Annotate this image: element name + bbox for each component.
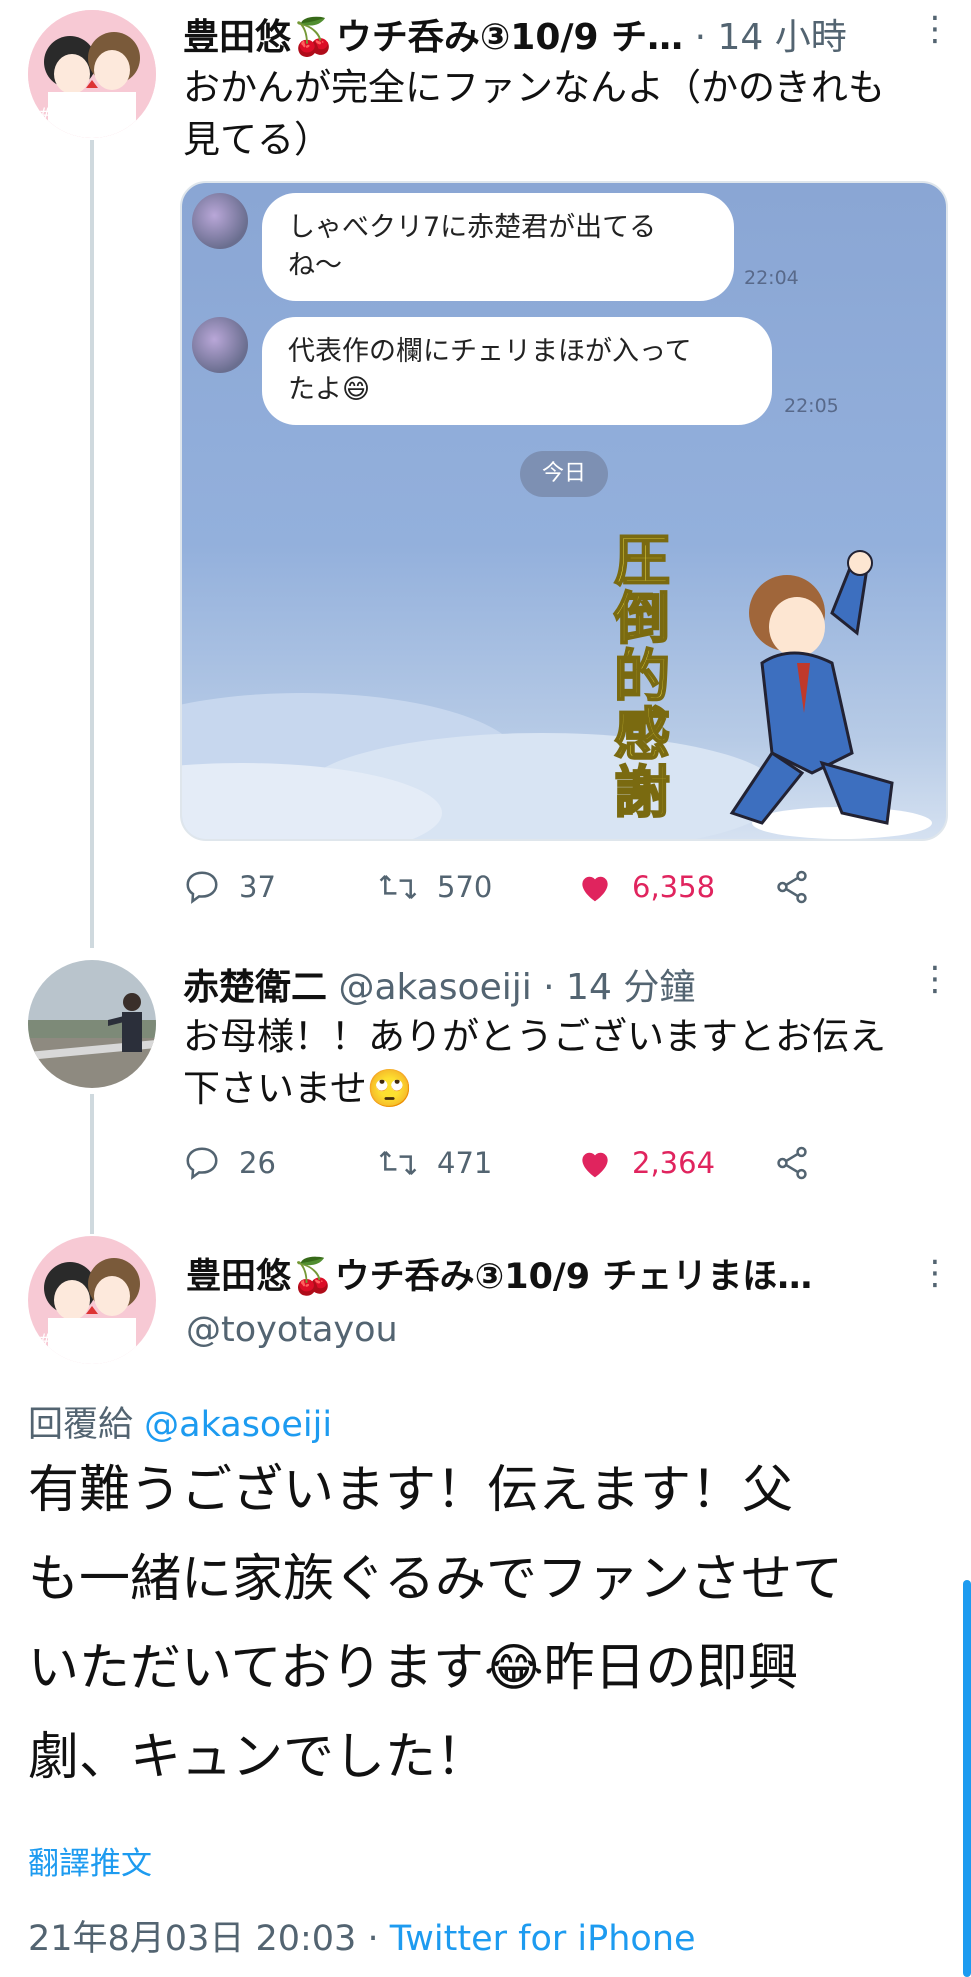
handle-and-timestamp[interactable]: @akasoeiji · 14 分鐘 (327, 967, 695, 1008)
thread-line (90, 1094, 94, 1234)
tweet-1-header: 豊田悠🍒ウチ呑み③10/9 チ… · 14 小時 (183, 8, 903, 60)
retweet-icon (379, 875, 417, 899)
retweet-button[interactable]: 471 (377, 1138, 492, 1188)
tweet-text: 有難うございます！伝えます！父 も一緒に家族ぐるみでファンさせて いただいており… (28, 1446, 943, 1802)
chat-message-line: たよ😄 (288, 374, 371, 405)
tweet-2-header: 赤楚衛二 @akasoeiji · 14 分鐘 (183, 958, 903, 1010)
chat-time: 22:05 (784, 395, 839, 417)
avatar[interactable]: #チェリまほ (28, 1236, 156, 1364)
reply-button[interactable]: 37 (183, 862, 276, 912)
like-button[interactable]: 6,358 (576, 862, 715, 912)
author-name[interactable]: 赤楚衛二 (183, 967, 327, 1008)
heart-icon (582, 1152, 608, 1178)
reply-button[interactable]: 26 (183, 1138, 276, 1188)
tweet-actions: 37 570 6,358 (183, 862, 883, 912)
chat-avatar (192, 317, 248, 373)
tweet-text-line: 劇、キュンでした！ (28, 1728, 488, 1787)
tweet-date[interactable]: 21年8月03日 20:03 · (28, 1919, 390, 1959)
tweet-text-line: 見てる） (183, 118, 331, 161)
chat-time: 22:04 (744, 267, 799, 289)
tweet-source-link[interactable]: Twitter for iPhone (390, 1919, 696, 1959)
tweet-text-line: いただいております😂昨日の即興 (28, 1639, 799, 1698)
chat-message-line: しゃべクリ7に赤楚君が出てる (288, 212, 657, 243)
author-name[interactable]: 豊田悠🍒ウチ呑み③10/9 チ… (183, 17, 683, 58)
tweet-text-line: 下さいませ🙄 (183, 1067, 413, 1110)
avatar-badge: #チェリまほ (38, 104, 132, 123)
chat-message-line: 代表作の欄にチェリまほが入って (288, 336, 692, 367)
more-options-icon[interactable]: ⋮ (918, 12, 952, 46)
tweet-text: おかんが完全にファンなんよ（かのきれも 見てる） (183, 62, 953, 166)
avatar-badge: #チェリまほ (38, 1330, 132, 1349)
share-icon (777, 1146, 807, 1180)
tweet-text: お母様！！ありがとうございますとお伝え 下さいませ🙄 (183, 1011, 953, 1115)
timestamp[interactable]: · 14 小時 (683, 17, 847, 58)
translate-tweet-link[interactable]: 翻譯推文 (28, 1838, 152, 1883)
tweet-media-image[interactable]: しゃべクリ7に赤楚君が出てる ね〜 22:04 代表作の欄にチェリまほが入って … (180, 181, 948, 841)
reply-count: 37 (239, 870, 276, 904)
chat-bubble: しゃべクリ7に赤楚君が出てる ね〜 (262, 193, 734, 301)
heart-icon (582, 876, 608, 902)
replying-to-label: 回覆給 (28, 1405, 145, 1445)
tweet-text-line: お母様！！ありがとうございますとお伝え (183, 1015, 886, 1058)
more-options-icon[interactable]: ⋮ (918, 962, 952, 996)
reply-icon (186, 871, 218, 904)
like-button[interactable]: 2,364 (576, 1138, 715, 1188)
tweet-text-line: 有難うございます！伝えます！父 (28, 1461, 794, 1520)
sticker-character (729, 550, 932, 839)
thread-line (90, 140, 94, 948)
like-count: 6,358 (632, 870, 716, 904)
tweet-actions: 26 471 2,364 (183, 1138, 883, 1188)
more-options-icon[interactable]: ⋮ (918, 1256, 952, 1290)
share-button[interactable] (773, 1138, 811, 1188)
retweet-count: 570 (437, 870, 493, 904)
avatar-photo (28, 960, 156, 1088)
chat-avatar (192, 193, 248, 249)
avatar[interactable]: #チェリまほ (28, 10, 156, 138)
tweet-text-line: も一緒に家族ぐるみでファンさせて (28, 1550, 843, 1609)
avatar[interactable] (28, 960, 156, 1088)
chat-message-line: ね〜 (288, 250, 342, 281)
retweet-icon (379, 1151, 417, 1175)
sticker-text: 圧倒的感謝 (613, 529, 671, 826)
retweet-count: 471 (437, 1146, 493, 1180)
share-button[interactable] (773, 862, 811, 912)
scrollbar[interactable] (963, 1580, 971, 1977)
author-name[interactable]: 豊田悠🍒ウチ呑み③10/9 チェリまほ… (186, 1248, 886, 1299)
replying-to-link[interactable]: @akasoeiji (144, 1405, 332, 1445)
reply-icon (186, 1147, 218, 1180)
replying-to: 回覆給 @akasoeiji (28, 1396, 332, 1447)
like-count: 2,364 (632, 1146, 716, 1180)
reply-count: 26 (239, 1146, 276, 1180)
author-handle[interactable]: @toyotayou (186, 1310, 398, 1350)
retweet-button[interactable]: 570 (377, 862, 492, 912)
share-icon (777, 870, 807, 904)
tweet-text-line: おかんが完全にファンなんよ（かのきれも (183, 66, 885, 109)
date-separator: 今日 (520, 451, 608, 497)
chat-bubble: 代表作の欄にチェリまほが入って たよ😄 (262, 317, 772, 425)
tweet-timestamp: 21年8月03日 20:03 · Twitter for iPhone (28, 1910, 696, 1961)
